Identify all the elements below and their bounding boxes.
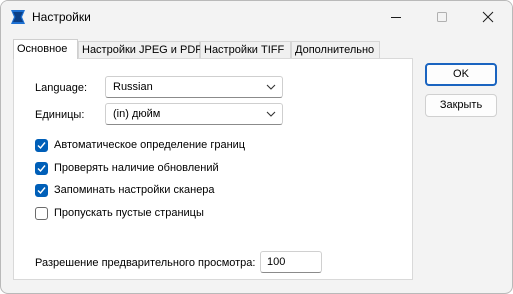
checkbox-checked-icon[interactable] — [35, 162, 48, 175]
title-bar[interactable]: Настройки — [1, 1, 512, 33]
minimize-button[interactable] — [373, 1, 419, 33]
preview-resolution-label: Разрешение предварительного просмотра: — [35, 257, 256, 269]
tab-tiff[interactable]: Настройки TIFF — [200, 41, 291, 58]
language-label: Language: — [35, 82, 87, 94]
tab-jpeg-pdf[interactable]: Настройки JPEG и PDF — [78, 41, 202, 58]
ok-button[interactable]: OK — [425, 63, 497, 86]
checkbox-checked-icon[interactable] — [35, 184, 48, 197]
maximize-icon — [437, 12, 447, 22]
checkbox-checked-icon[interactable] — [35, 139, 48, 152]
checkbox-label: Запоминать настройки сканера — [54, 184, 215, 196]
tab-advanced[interactable]: Дополнительно — [291, 41, 380, 58]
close-button[interactable]: Закрыть — [425, 94, 497, 117]
checkbox-label: Проверять наличие обновлений — [54, 162, 219, 174]
checkbox-unchecked-icon[interactable] — [35, 207, 48, 220]
units-select[interactable]: (in) дюйм — [105, 103, 283, 125]
units-value: (in) дюйм — [113, 108, 161, 120]
close-icon — [482, 11, 494, 23]
units-label: Единицы: — [35, 109, 85, 121]
tab-panel-general: Language: Russian Единицы: (in) дюйм Авт… — [13, 58, 413, 280]
preview-resolution-value: 100 — [267, 256, 286, 268]
tab-general[interactable]: Основное — [13, 39, 78, 59]
checkbox-label: Автоматическое определение границ — [54, 139, 246, 151]
language-select[interactable]: Russian — [105, 76, 283, 98]
settings-window: Настройки Основное Настройки JPEG и PDF … — [0, 0, 513, 294]
window-title: Настройки — [32, 10, 91, 24]
scanner-app-icon — [10, 9, 26, 25]
close-window-button[interactable] — [465, 1, 511, 33]
chevron-down-icon — [266, 111, 276, 117]
minimize-icon — [391, 17, 401, 18]
chevron-down-icon — [266, 84, 276, 90]
preview-resolution-input[interactable]: 100 — [260, 251, 322, 273]
language-value: Russian — [113, 81, 153, 93]
maximize-button[interactable] — [419, 1, 465, 33]
checkbox-label: Пропускать пустые страницы — [54, 207, 204, 219]
